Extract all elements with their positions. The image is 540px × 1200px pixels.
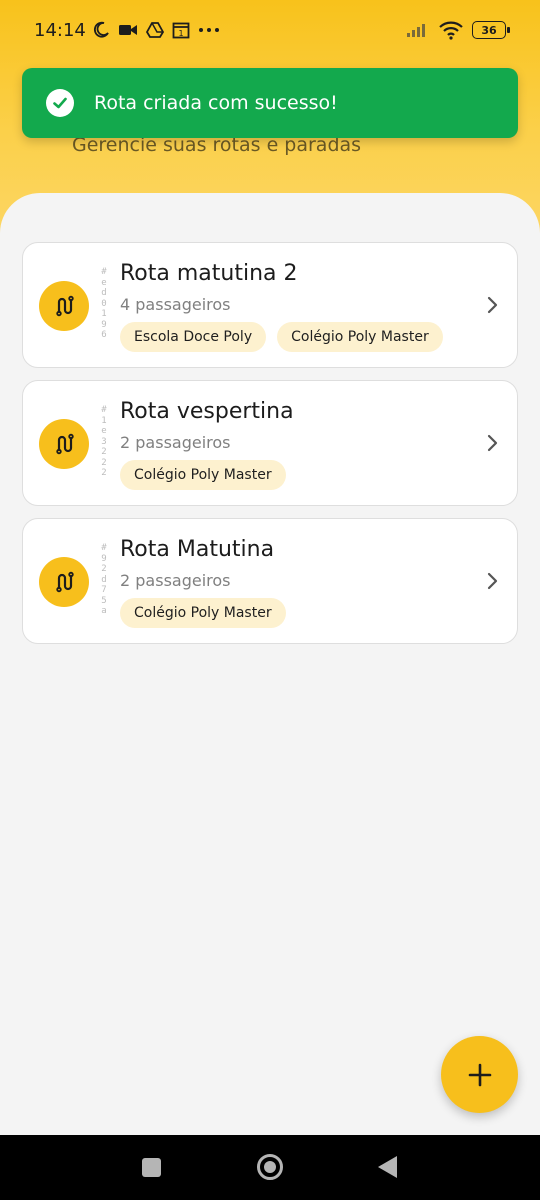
calendar-icon: 1 (172, 22, 190, 39)
route-card[interactable]: #1e3222 Rota vespertina 2 passageiros Co… (22, 380, 518, 506)
toast-message: Rota criada com sucesso! (94, 92, 338, 114)
route-title: Rota matutina 2 (120, 261, 298, 286)
system-nav-bar (0, 1135, 540, 1200)
chevron-right-icon (487, 572, 498, 590)
route-id: #ed0196 (101, 267, 107, 340)
route-avatar (39, 281, 89, 331)
route-avatar (39, 419, 89, 469)
route-icon (56, 295, 74, 317)
route-tags: Colégio Poly Master (120, 598, 286, 628)
success-toast: Rota criada com sucesso! (22, 68, 518, 138)
route-passengers: 2 passageiros (120, 571, 231, 590)
route-passengers: 2 passageiros (120, 433, 231, 452)
svg-text:1: 1 (178, 29, 183, 38)
plus-icon (468, 1063, 491, 1086)
school-tag: Colégio Poly Master (277, 322, 443, 352)
route-icon (56, 433, 74, 455)
chevron-right-icon (487, 434, 498, 452)
status-right-icons: 36 (406, 20, 510, 40)
battery-level: 36 (481, 23, 497, 37)
more-dots-icon (198, 28, 219, 32)
school-tag: Escola Doce Poly (120, 322, 267, 352)
status-bar: 14:14 1 36 (0, 0, 540, 60)
recents-button[interactable] (142, 1158, 161, 1177)
video-camera-icon (118, 25, 137, 35)
route-title: Rota Matutina (120, 537, 275, 562)
moon-icon (93, 21, 109, 38)
status-left-icons: 1 (92, 21, 220, 39)
wifi-icon (439, 21, 463, 40)
route-card[interactable]: #ed0196 Rota matutina 2 4 passageiros Es… (22, 242, 518, 368)
route-tags: Colégio Poly Master (120, 460, 286, 490)
drive-icon (145, 22, 164, 38)
check-circle-icon (46, 89, 74, 117)
back-button[interactable] (378, 1156, 397, 1178)
route-passengers: 4 passageiros (120, 295, 231, 314)
route-icon (56, 571, 74, 593)
route-avatar (39, 557, 89, 607)
chevron-right-icon (487, 296, 498, 314)
route-tags: Escola Doce Poly Colégio Poly Master (120, 322, 443, 352)
add-route-button[interactable] (441, 1036, 518, 1113)
route-title: Rota vespertina (120, 399, 294, 424)
status-time: 14:14 (34, 19, 86, 41)
signal-icon (407, 24, 425, 37)
route-id: #92d75a (101, 543, 107, 616)
route-id: #1e3222 (101, 405, 107, 478)
school-tag: Colégio Poly Master (120, 598, 286, 628)
route-card[interactable]: #92d75a Rota Matutina 2 passageiros Colé… (22, 518, 518, 644)
battery-icon: 36 (472, 21, 510, 39)
school-tag: Colégio Poly Master (120, 460, 286, 490)
home-button[interactable] (257, 1154, 283, 1180)
